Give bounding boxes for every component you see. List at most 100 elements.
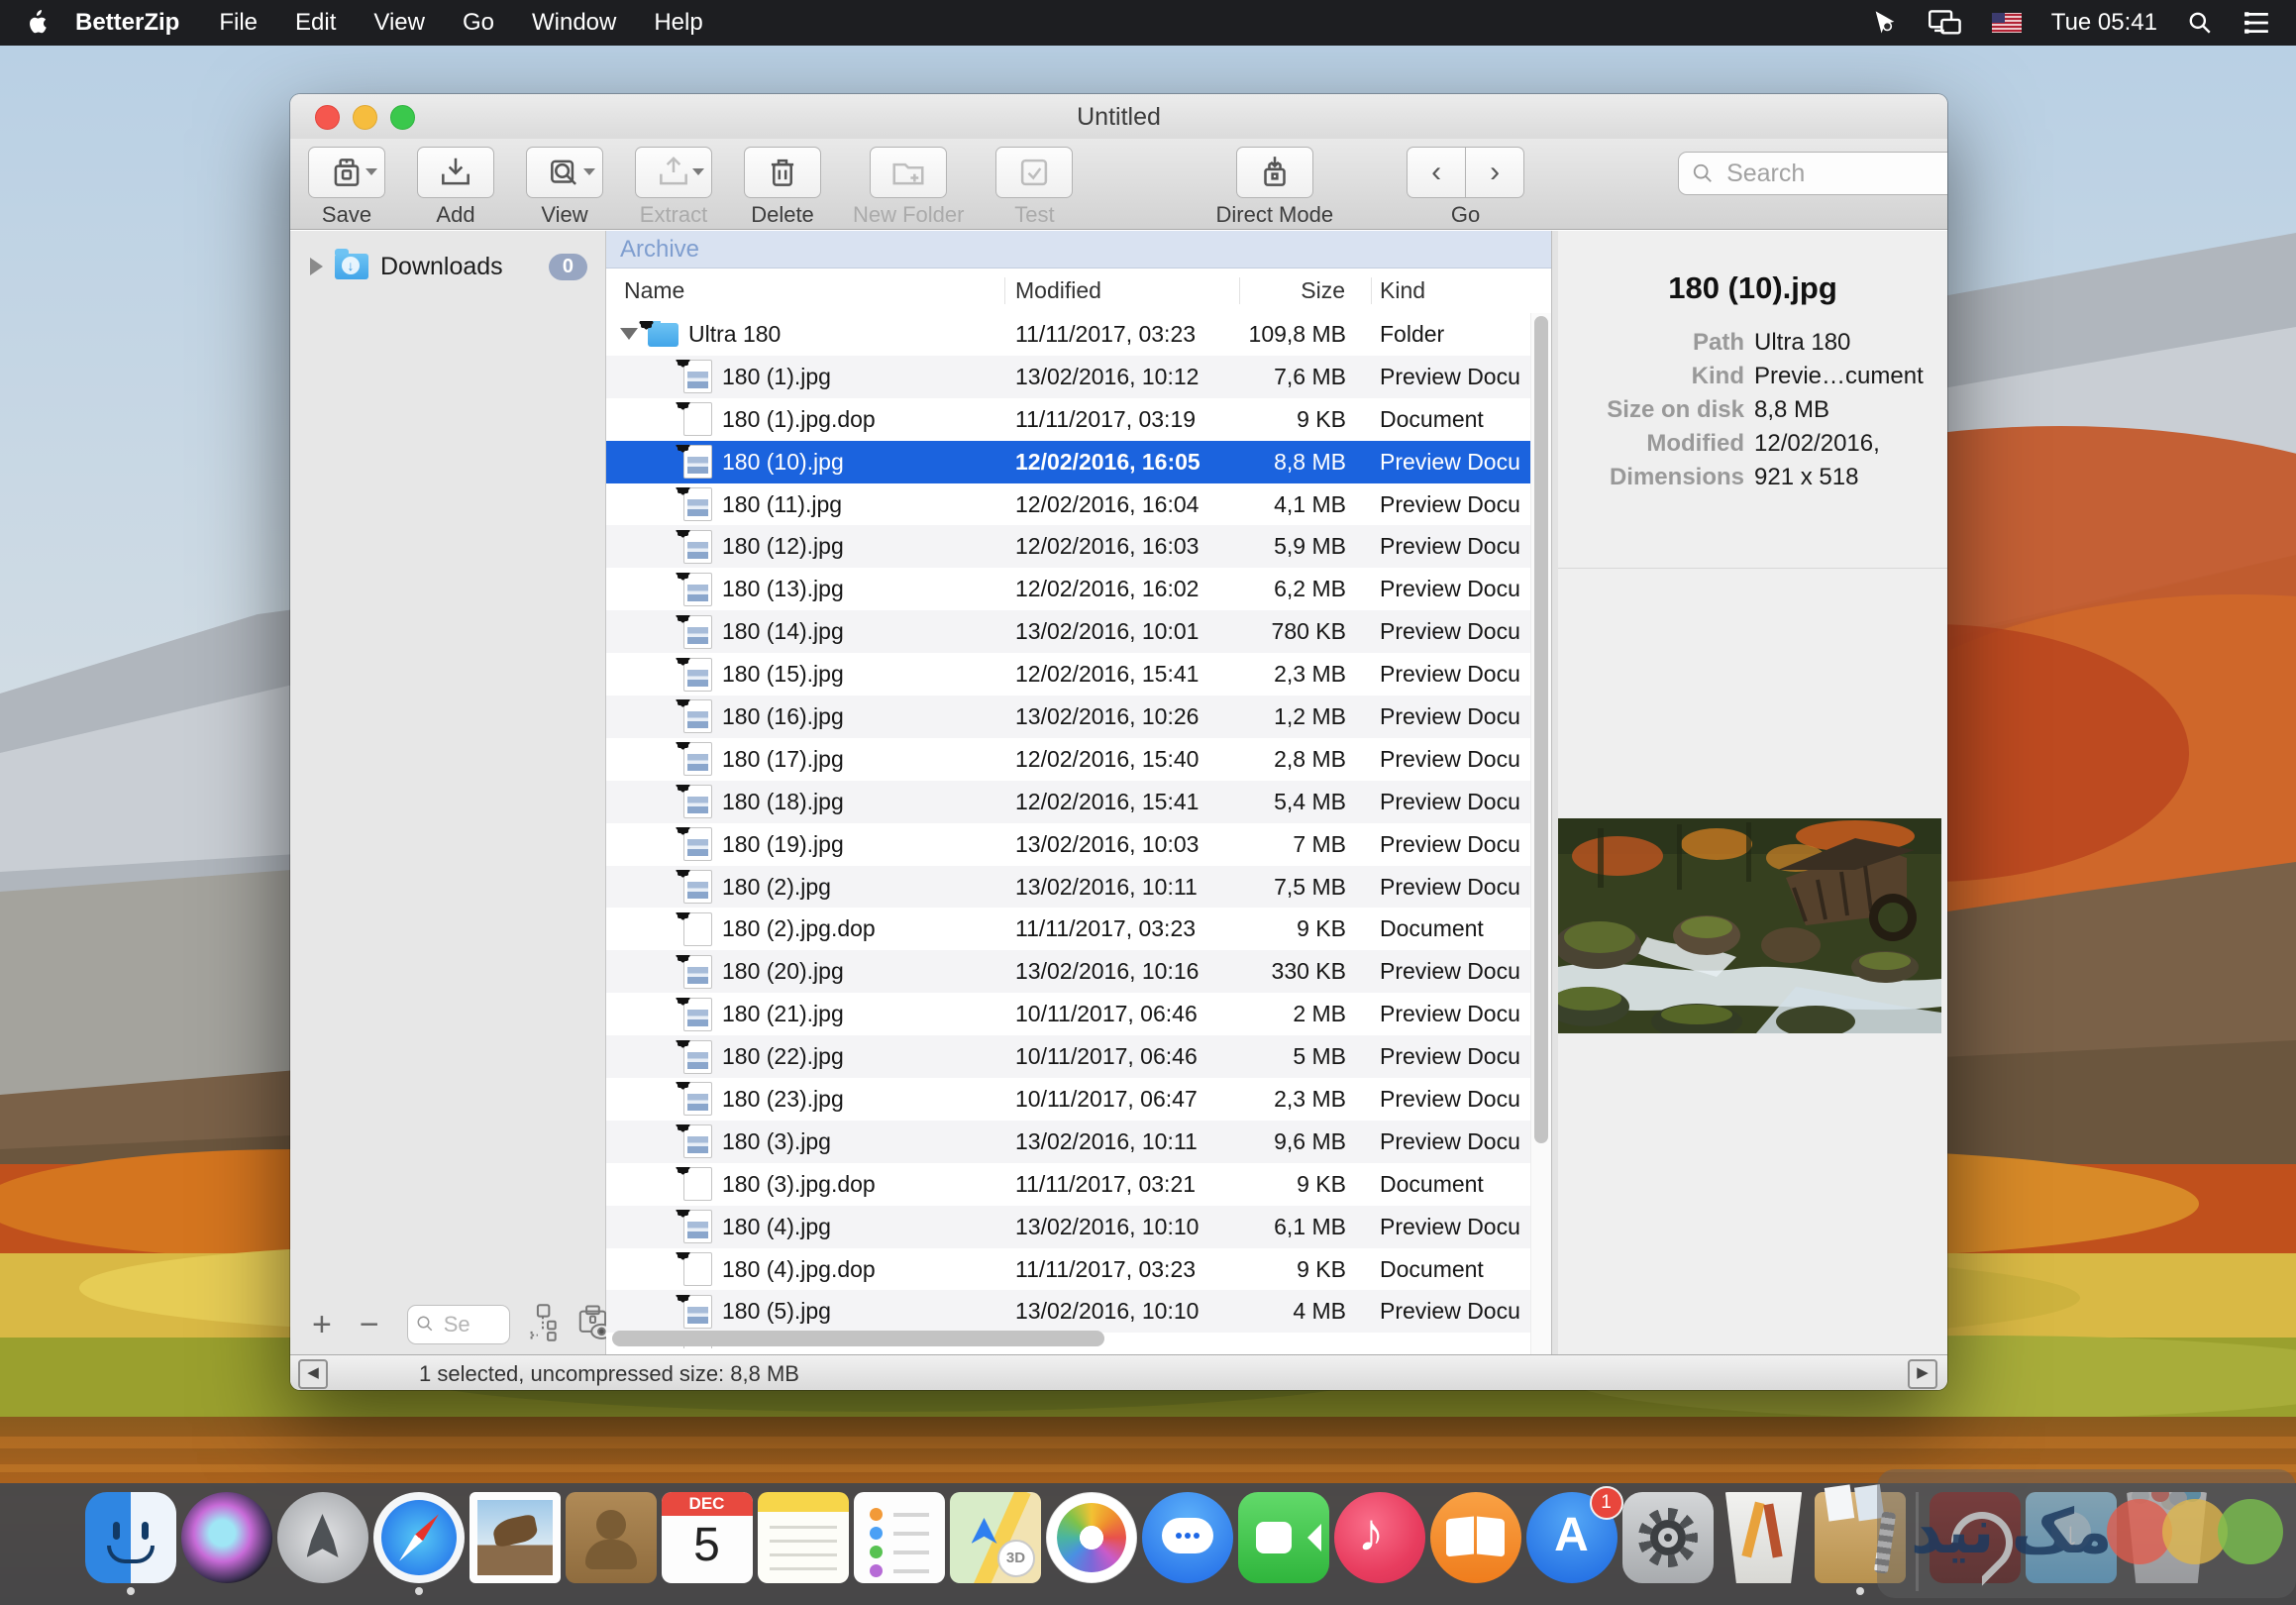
dock-item-finder[interactable] [82,1492,178,1595]
apple-menu-icon[interactable] [26,10,48,36]
horizontal-scrollbar-thumb[interactable] [612,1331,1104,1346]
toolbar-save-button[interactable]: Save [308,147,385,228]
table-row[interactable]: 180 (5).jpg13/02/2016, 10:104 MBPreview … [606,1290,1551,1333]
table-row[interactable]: 180 (20).jpg13/02/2016, 10:16330 KBPrevi… [606,950,1551,993]
table-row[interactable]: Ultra 18011/11/2017, 03:23109,8 MBFolder [606,313,1551,356]
dock-item-launchpad[interactable] [274,1492,370,1583]
menu-item-edit[interactable]: Edit [295,9,336,37]
gear-badge-icon [677,1167,689,1174]
screen-mirroring-icon[interactable] [1929,10,1962,36]
dock-item-itunes[interactable] [1331,1492,1427,1583]
info-field-row: PathUltra 180 [1558,326,1947,360]
menu-item-file[interactable]: File [219,9,258,37]
image-preview-thumbnail[interactable] [1558,818,1941,1033]
table-row[interactable]: 180 (16).jpg13/02/2016, 10:261,2 MBPrevi… [606,696,1551,738]
remove-archive-button[interactable]: − [360,1308,379,1341]
dock-item-photos[interactable] [1043,1492,1139,1583]
dock-item-maps[interactable]: 3D [947,1492,1043,1583]
menu-app-name[interactable]: BetterZip [75,9,179,37]
mail-icon [470,1492,561,1583]
dock-item-messages[interactable] [1139,1492,1235,1583]
table-row[interactable]: 180 (15).jpg12/02/2016, 15:412,3 MBPrevi… [606,653,1551,696]
menu-item-window[interactable]: Window [532,9,616,37]
table-row[interactable]: 180 (11).jpg12/02/2016, 16:044,1 MBPrevi… [606,483,1551,526]
status-forward-button[interactable]: ▶ [1908,1359,1937,1389]
info-fields: PathUltra 180KindPrevie…cumentSize on di… [1558,326,1947,494]
go-back-button[interactable]: ‹ [1407,147,1466,198]
table-row[interactable]: 180 (4).jpg13/02/2016, 10:106,1 MBPrevie… [606,1206,1551,1248]
dock-item-pencil[interactable] [1716,1492,1812,1583]
image-file-icon [683,1040,712,1074]
toolbar-direct-mode-button[interactable]: Direct Mode [1215,147,1333,228]
dock-item-ibooks[interactable] [1427,1492,1523,1583]
dock-item-reminders[interactable] [851,1492,947,1583]
file-name-cell: 180 (1).jpg [606,360,1005,393]
modified-cell: 11/11/2017, 03:21 [1005,1171,1240,1198]
size-cell: 9 KB [1240,1256,1372,1283]
sidebar-item-downloads[interactable]: ↓ Downloads 0 [290,245,605,288]
menu-item-go[interactable]: Go [463,9,494,37]
table-row[interactable]: 180 (3).jpg.dop11/11/2017, 03:219 KBDocu… [606,1163,1551,1206]
table-row[interactable]: 180 (13).jpg12/02/2016, 16:026,2 MBPrevi… [606,568,1551,610]
column-header-modified[interactable]: Modified [1005,277,1240,304]
document-file-icon [683,402,712,436]
disclosure-open-icon[interactable] [620,328,638,340]
table-row[interactable]: 180 (12).jpg12/02/2016, 16:035,9 MBPrevi… [606,525,1551,568]
running-indicator-dot [1856,1587,1864,1595]
chevron-down-icon [692,168,704,175]
toolbar-add-button[interactable]: Add [417,147,494,228]
dock-item-calendar[interactable]: DEC5 [659,1492,755,1583]
dock-item-mail[interactable] [467,1492,563,1583]
column-header-kind[interactable]: Kind [1372,277,1551,304]
split-view-icon[interactable] [526,1304,560,1346]
dock-item-facetime[interactable] [1235,1492,1331,1583]
search-input[interactable] [1678,152,1947,195]
vertical-scrollbar-thumb[interactable] [1534,316,1548,1143]
us-flag-input-icon[interactable] [1992,13,2022,33]
table-row[interactable]: 180 (10).jpg12/02/2016, 16:058,8 MBPrevi… [606,441,1551,483]
table-row[interactable]: 180 (23).jpg10/11/2017, 06:472,3 MBPrevi… [606,1078,1551,1121]
image-file-icon [683,1295,712,1329]
go-forward-button[interactable]: › [1466,147,1524,198]
info-field-value: 921 x 518 [1754,464,1858,491]
column-header-name[interactable]: Name [606,277,1005,304]
dock-item-notes[interactable] [755,1492,851,1583]
table-row[interactable]: 180 (1).jpg13/02/2016, 10:127,6 MBPrevie… [606,356,1551,398]
table-row[interactable]: 180 (18).jpg12/02/2016, 15:415,4 MBPrevi… [606,781,1551,823]
table-row[interactable]: 180 (14).jpg13/02/2016, 10:01780 KBPrevi… [606,610,1551,653]
modified-cell: 13/02/2016, 10:26 [1005,703,1240,730]
menu-item-help[interactable]: Help [654,9,702,37]
menu-item-view[interactable]: View [373,9,425,37]
tab-archive[interactable]: Archive [606,231,1551,268]
info-field-row: Dimensions921 x 518 [1558,461,1947,494]
column-header-size[interactable]: Size [1240,277,1372,304]
table-row[interactable]: 180 (19).jpg13/02/2016, 10:037 MBPreview… [606,823,1551,866]
toolbar-view-button[interactable]: View [526,147,603,228]
sidebar-item-badge: 0 [549,254,587,280]
menubar-clock[interactable]: Tue 05:41 [2051,9,2157,37]
table-row[interactable]: 180 (22).jpg10/11/2017, 06:465 MBPreview… [606,1035,1551,1078]
title-bar[interactable]: Untitled [290,94,1947,139]
disclosure-triangle-icon[interactable] [310,258,323,275]
table-row[interactable]: 180 (21).jpg10/11/2017, 06:462 MBPreview… [606,993,1551,1035]
table-row[interactable]: 180 (17).jpg12/02/2016, 15:402,8 MBPrevi… [606,738,1551,781]
dock-item-appstore[interactable]: 1 [1523,1492,1619,1583]
table-row[interactable]: 180 (2).jpg.dop11/11/2017, 03:239 KBDocu… [606,908,1551,950]
dock-item-prefs[interactable] [1619,1492,1716,1583]
table-row[interactable]: 180 (1).jpg.dop11/11/2017, 03:199 KBDocu… [606,398,1551,441]
spotlight-search-icon[interactable] [2187,10,2213,36]
table-row[interactable]: 180 (2).jpg13/02/2016, 10:117,5 MBPrevie… [606,866,1551,909]
dock-item-contacts[interactable] [563,1492,659,1583]
file-rows: Ultra 18011/11/2017, 03:23109,8 MBFolder… [606,313,1551,1348]
add-archive-button[interactable]: + [312,1308,332,1341]
modified-cell: 12/02/2016, 15:41 [1005,789,1240,815]
dock-item-safari[interactable] [370,1492,467,1595]
table-row[interactable]: 180 (3).jpg13/02/2016, 10:119,6 MBPrevie… [606,1121,1551,1163]
status-back-button[interactable]: ◀ [298,1359,328,1389]
notification-center-icon[interactable] [2243,11,2270,35]
table-row[interactable]: 180 (4).jpg.dop11/11/2017, 03:239 KBDocu… [606,1248,1551,1291]
toolbar-delete-button[interactable]: Delete [744,147,821,228]
ibooks-icon [1430,1492,1521,1583]
dock-item-siri[interactable] [178,1492,274,1583]
remote-cursor-icon[interactable] [1871,9,1899,37]
